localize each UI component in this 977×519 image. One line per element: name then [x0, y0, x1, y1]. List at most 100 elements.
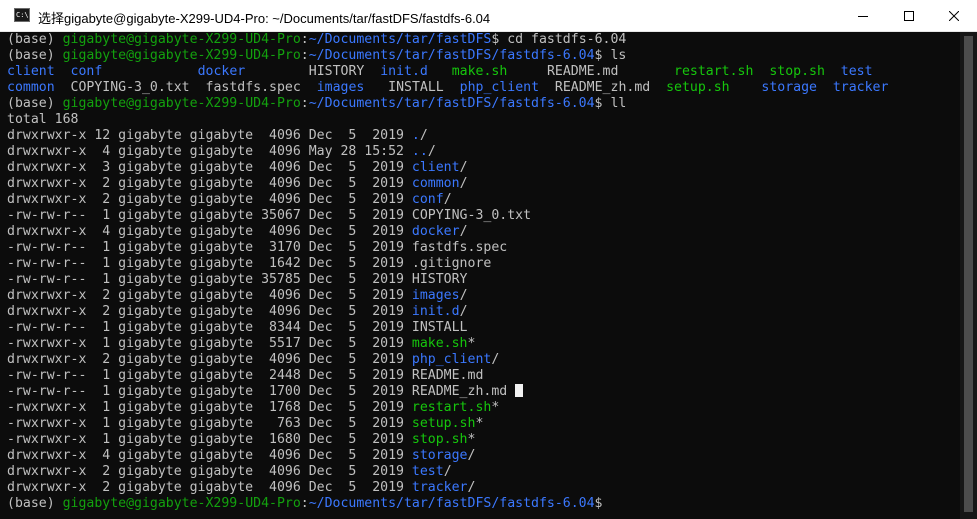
prompt-path: ~/Documents/tar/fastDFS/fastdfs-6.04 — [308, 96, 595, 111]
prompt-colon: : — [300, 496, 309, 511]
file-row: drwxrwxr-x 2 gigabyte gigabyte 4096 Dec … — [7, 352, 960, 368]
file-row: drwxrwxr-x 4 gigabyte gigabyte 4096 Dec … — [7, 224, 960, 240]
spacing — [428, 64, 452, 79]
spacing: README_zh.md — [554, 80, 651, 95]
file-name: images/ — [411, 288, 468, 303]
ls-entry: restart.sh — [674, 64, 754, 79]
file-meta: -rw-rw-r-- 1 gigabyte gigabyte 35067 Dec… — [7, 208, 412, 223]
file-name: common/ — [411, 176, 468, 191]
file-meta: drwxrwxr-x 12 gigabyte gigabyte 4096 Dec… — [7, 128, 412, 143]
prompt-user-host: gigabyte@gigabyte-X299-UD4-Pro — [62, 32, 301, 47]
file-row: drwxrwxr-x 2 gigabyte gigabyte 4096 Dec … — [7, 480, 960, 496]
file-name: init.d/ — [411, 304, 468, 319]
ls-entry: make.sh — [451, 64, 508, 79]
scrollbar-thumb[interactable] — [964, 36, 973, 512]
ls-entry: images — [316, 80, 365, 95]
ls-entry: docker — [197, 64, 246, 79]
file-name: .gitignore — [411, 256, 492, 271]
file-row: drwxrwxr-x 3 gigabyte gigabyte 4096 Dec … — [7, 160, 960, 176]
prompt-line: (base) gigabyte@gigabyte-X299-UD4-Pro:~/… — [7, 96, 960, 112]
prompt-colon: : — [300, 96, 309, 111]
close-button[interactable] — [931, 0, 977, 31]
file-meta: -rw-rw-r-- 1 gigabyte gigabyte 2448 Dec … — [7, 368, 412, 383]
spacing — [507, 64, 547, 79]
maximize-icon — [904, 10, 914, 21]
file-meta: drwxrwxr-x 2 gigabyte gigabyte 4096 Dec … — [7, 288, 412, 303]
conda-env: (base) — [7, 32, 63, 47]
file-meta: -rw-rw-r-- 1 gigabyte gigabyte 1700 Dec … — [7, 384, 412, 399]
terminal-output[interactable]: (base) gigabyte@gigabyte-X299-UD4-Pro:~/… — [0, 32, 960, 519]
file-row: -rwxrwxr-x 1 gigabyte gigabyte 1680 Dec … — [7, 432, 960, 448]
ls-entry: conf — [70, 64, 103, 79]
file-row: drwxrwxr-x 2 gigabyte gigabyte 4096 Dec … — [7, 288, 960, 304]
command-text: ll — [610, 96, 627, 111]
spacing — [102, 64, 197, 79]
conda-env: (base) — [7, 96, 63, 111]
title-bar[interactable]: C:\ 选择gigabyte@gigabyte-X299-UD4-Pro: ~/… — [0, 0, 977, 32]
file-row: drwxrwxr-x 4 gigabyte gigabyte 4096 Dec … — [7, 448, 960, 464]
ls-line: client conf docker HISTORY init.d make.s… — [7, 64, 960, 80]
file-row: -rw-rw-r-- 1 gigabyte gigabyte 2448 Dec … — [7, 368, 960, 384]
file-meta: drwxrwxr-x 2 gigabyte gigabyte 4096 Dec … — [7, 480, 412, 495]
spacing: COPYING-3_0.txt — [70, 80, 190, 95]
file-row: drwxrwxr-x 12 gigabyte gigabyte 4096 Dec… — [7, 128, 960, 144]
file-name: restart.sh* — [411, 400, 500, 415]
vertical-scrollbar[interactable] — [960, 32, 977, 519]
file-name: ./ — [411, 128, 428, 143]
ls-entry: test — [840, 64, 873, 79]
file-meta: drwxrwxr-x 2 gigabyte gigabyte 4096 Dec … — [7, 352, 412, 367]
spacing — [753, 64, 769, 79]
file-row: -rwxrwxr-x 1 gigabyte gigabyte 5517 Dec … — [7, 336, 960, 352]
spacing: INSTALL — [388, 80, 444, 95]
spacing — [245, 64, 309, 79]
file-meta: drwxrwxr-x 2 gigabyte gigabyte 4096 Dec … — [7, 192, 412, 207]
file-row: -rwxrwxr-x 1 gigabyte gigabyte 1768 Dec … — [7, 400, 960, 416]
prompt-path: ~/Documents/tar/fastDFS/fastdfs-6.04 — [308, 48, 595, 63]
spacing: HISTORY — [308, 64, 365, 79]
ls-entry: common — [7, 80, 55, 95]
ls-entry: setup.sh — [666, 80, 730, 95]
file-row: drwxrwxr-x 2 gigabyte gigabyte 4096 Dec … — [7, 464, 960, 480]
ls-output: client conf docker HISTORY init.d make.s… — [7, 64, 960, 96]
minimize-button[interactable] — [840, 0, 886, 31]
spacing: fastdfs.spec — [205, 80, 301, 95]
file-row: drwxrwxr-x 2 gigabyte gigabyte 4096 Dec … — [7, 192, 960, 208]
prompt-line: (base) gigabyte@gigabyte-X299-UD4-Pro:~/… — [7, 48, 960, 64]
file-name: stop.sh* — [411, 432, 476, 447]
prompt-dollar: $ — [594, 496, 611, 511]
spacing — [190, 80, 206, 95]
file-meta: drwxrwxr-x 2 gigabyte gigabyte 4096 Dec … — [7, 464, 412, 479]
file-row: -rw-rw-r-- 1 gigabyte gigabyte 3170 Dec … — [7, 240, 960, 256]
file-meta: -rw-rw-r-- 1 gigabyte gigabyte 3170 Dec … — [7, 240, 412, 255]
file-name: client/ — [411, 160, 468, 175]
file-meta: -rw-rw-r-- 1 gigabyte gigabyte 8344 Dec … — [7, 320, 412, 335]
ls-entry: storage — [761, 80, 817, 95]
file-name: HISTORY — [411, 272, 468, 287]
maximize-button[interactable] — [886, 0, 932, 31]
spacing — [650, 80, 666, 95]
file-row: -rw-rw-r-- 1 gigabyte gigabyte 1700 Dec … — [7, 384, 960, 400]
prompt-line[interactable]: (base) gigabyte@gigabyte-X299-UD4-Pro:~/… — [7, 496, 960, 512]
ls-entry: stop.sh — [769, 64, 825, 79]
spacing — [539, 80, 555, 95]
file-meta: -rw-rw-r-- 1 gigabyte gigabyte 1642 Dec … — [7, 256, 412, 271]
spacing — [364, 64, 380, 79]
spacing — [730, 80, 762, 95]
terminal-window: C:\ 选择gigabyte@gigabyte-X299-UD4-Pro: ~/… — [0, 0, 977, 519]
file-meta: drwxrwxr-x 2 gigabyte gigabyte 4096 Dec … — [7, 176, 412, 191]
spacing — [55, 80, 71, 95]
ls-entry: php_client — [459, 80, 540, 95]
file-meta: drwxrwxr-x 3 gigabyte gigabyte 4096 Dec … — [7, 160, 412, 175]
prompt-dollar: $ — [594, 48, 611, 63]
prompt-user-host: gigabyte@gigabyte-X299-UD4-Pro — [62, 96, 301, 111]
spacing: README.md — [546, 64, 619, 79]
spacing — [825, 64, 841, 79]
file-name: README.md — [411, 368, 484, 383]
spacing — [364, 80, 388, 95]
text-cursor — [515, 384, 524, 397]
file-name: fastdfs.spec — [411, 240, 508, 255]
file-meta: -rwxrwxr-x 1 gigabyte gigabyte 1768 Dec … — [7, 400, 412, 415]
file-meta: drwxrwxr-x 4 gigabyte gigabyte 4096 May … — [7, 144, 412, 159]
prompt-line: (base) gigabyte@gigabyte-X299-UD4-Pro:~/… — [7, 32, 960, 48]
prompt-user-host: gigabyte@gigabyte-X299-UD4-Pro — [62, 496, 301, 511]
